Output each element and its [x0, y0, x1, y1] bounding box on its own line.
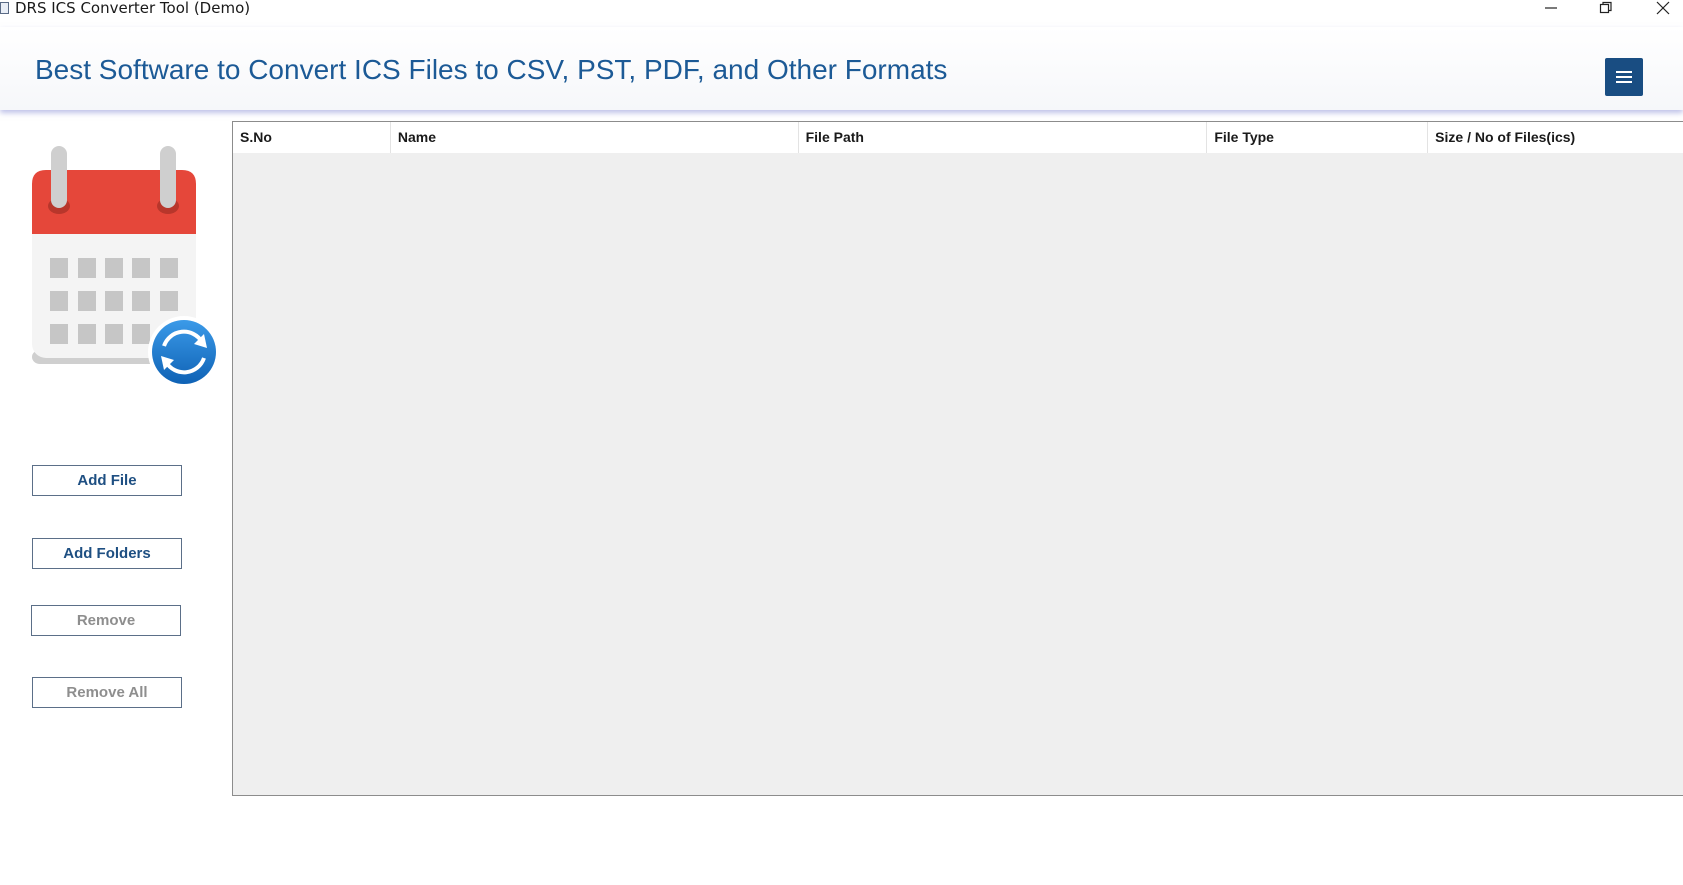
- column-header-file-type[interactable]: File Type: [1207, 122, 1429, 153]
- restore-button[interactable]: [1583, 0, 1629, 20]
- remove-button[interactable]: Remove: [31, 605, 181, 636]
- close-icon: [1656, 1, 1670, 15]
- column-header-size[interactable]: Size / No of Files(ics): [1428, 122, 1683, 153]
- minimize-button[interactable]: [1528, 0, 1574, 20]
- page-title: Best Software to Convert ICS Files to CS…: [35, 54, 948, 85]
- menu-button[interactable]: [1605, 58, 1643, 96]
- restore-icon: [1599, 1, 1612, 14]
- add-file-button[interactable]: Add File: [32, 465, 182, 496]
- minimize-icon: [1545, 7, 1557, 9]
- calendar-sync-icon: [32, 146, 218, 388]
- window-title: DRS ICS Converter Tool (Demo): [15, 0, 251, 17]
- remove-all-button[interactable]: Remove All: [32, 677, 182, 708]
- file-list-table[interactable]: S.No Name File Path File Type Size / No …: [232, 121, 1683, 796]
- table-header: S.No Name File Path File Type Size / No …: [233, 122, 1683, 153]
- window-titlebar: DRS ICS Converter Tool (Demo): [0, 0, 1683, 22]
- column-header-name[interactable]: Name: [391, 122, 799, 153]
- column-header-sno[interactable]: S.No: [233, 122, 391, 153]
- add-folders-button[interactable]: Add Folders: [32, 538, 182, 569]
- close-button[interactable]: [1640, 0, 1683, 20]
- app-icon: [0, 2, 9, 14]
- hamburger-menu-icon: [1616, 71, 1632, 83]
- column-header-file-path[interactable]: File Path: [799, 122, 1208, 153]
